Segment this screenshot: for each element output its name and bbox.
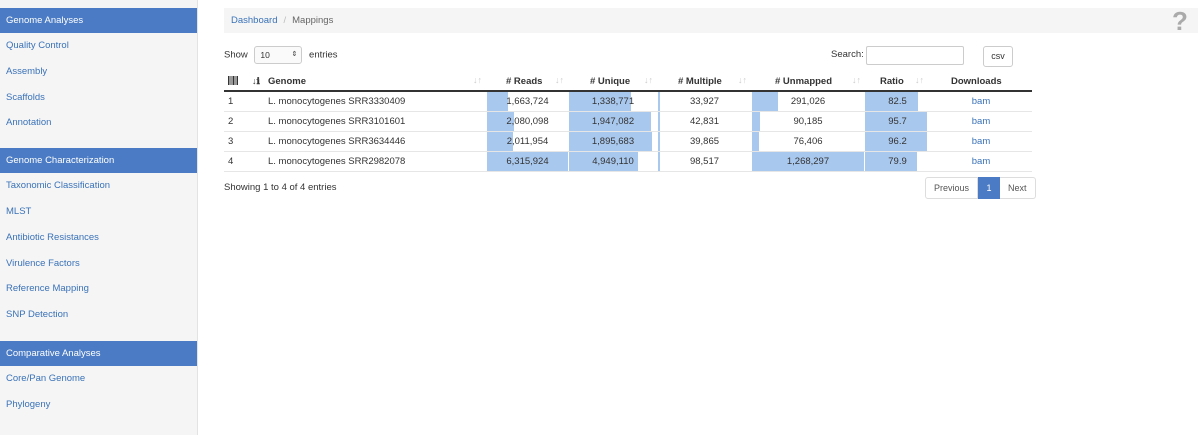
sidebar-item-phylogeny[interactable]: Phylogeny <box>0 392 197 418</box>
sidebar-item-reference-mapping[interactable]: Reference Mapping <box>0 276 197 302</box>
table-row: 1 L. monocytogenes SRR3330409 1,663,724 1,3… <box>224 92 1032 112</box>
cell-multiple: 39,865 <box>689 136 720 147</box>
sidebar-item-mlst[interactable]: MLST <box>0 199 197 225</box>
sidebar: Genome Analyses Quality Control Assembly… <box>0 0 198 435</box>
cell-reads: 1,663,724 <box>506 96 549 107</box>
pagination-page-1[interactable]: 1 <box>978 177 1001 199</box>
table-body: 1 L. monocytogenes SRR3330409 1,663,724 1,3… <box>224 92 1032 172</box>
cell-multiple: 42,831 <box>689 116 720 127</box>
cell-unique: 1,895,683 <box>591 136 635 147</box>
barcode-icon[interactable] <box>228 73 238 92</box>
header-genome[interactable]: Genome <box>268 73 306 92</box>
header-reads[interactable]: # Reads <box>506 73 542 92</box>
search-input[interactable] <box>866 46 964 65</box>
header-unique[interactable]: # Unique <box>590 73 630 92</box>
entries-select[interactable]: 10 ⇕ <box>254 46 303 64</box>
sort-icon[interactable]: ↓↑ <box>555 75 564 85</box>
sort-desc-icon[interactable]: ↓ℹ <box>252 73 260 92</box>
cell-reads: 2,080,098 <box>506 116 549 127</box>
row-index: 2 <box>228 116 234 127</box>
pagination: Previous 1 Next <box>925 177 1036 199</box>
breadcrumb-dashboard-link[interactable]: Dashboard <box>231 15 277 26</box>
mappings-table: ↓ℹ Genome ↓↑ # Reads ↓↑ # Unique ↓↑ # Mu… <box>224 73 1032 172</box>
bam-download-link[interactable]: bam <box>931 132 1031 151</box>
sidebar-item-annotation[interactable]: Annotation <box>0 110 197 136</box>
sort-icon[interactable]: ↓↑ <box>915 75 924 85</box>
table-row: 2 L. monocytogenes SRR3101601 2,080,098 1,9… <box>224 112 1032 132</box>
cell-ratio: 95.7 <box>888 116 907 127</box>
sidebar-item-taxonomic-classification[interactable]: Taxonomic Classification <box>0 173 197 199</box>
bam-download-link[interactable]: bam <box>931 152 1031 171</box>
bam-download-link[interactable]: bam <box>931 112 1031 131</box>
sidebar-item-core-pan-genome[interactable]: Core/Pan Genome <box>0 366 197 392</box>
entries-label: entries <box>309 49 338 61</box>
bam-download-link[interactable]: bam <box>931 92 1031 111</box>
pagination-previous-button[interactable]: Previous <box>925 177 979 199</box>
cell-genome: L. monocytogenes SRR3330409 <box>268 96 406 107</box>
help-icon[interactable]: ? <box>1172 8 1188 34</box>
breadcrumb-separator: / <box>283 15 287 26</box>
cell-reads: 6,315,924 <box>506 156 549 167</box>
breadcrumb: Dashboard / Mappings <box>224 8 1198 33</box>
sidebar-item-scaffolds[interactable]: Scaffolds <box>0 85 197 111</box>
row-index: 4 <box>228 156 234 167</box>
cell-ratio: 79.9 <box>888 156 907 167</box>
select-caret-icon: ⇕ <box>291 51 298 58</box>
sidebar-item-antibiotic-resistances[interactable]: Antibiotic Resistances <box>0 225 197 251</box>
entries-length-control: Show 10 ⇕ entries <box>224 46 338 64</box>
header-ratio[interactable]: Ratio <box>880 73 904 92</box>
sidebar-header-genome-analyses: Genome Analyses <box>0 8 197 33</box>
cell-unique: 1,338,771 <box>591 96 635 107</box>
table-row: 4 L. monocytogenes SRR2982078 6,315,924 4,9… <box>224 152 1032 172</box>
sidebar-item-snp-detection[interactable]: SNP Detection <box>0 302 197 328</box>
cell-ratio: 82.5 <box>888 96 907 107</box>
cell-genome: L. monocytogenes SRR3101601 <box>268 116 406 127</box>
cell-unmapped: 291,026 <box>790 96 826 107</box>
sidebar-header-comparative-analyses: Comparative Analyses <box>0 340 197 366</box>
sort-icon[interactable]: ↓↑ <box>473 75 482 85</box>
cell-multiple: 98,517 <box>689 156 720 167</box>
row-index: 3 <box>228 136 234 147</box>
cell-genome: L. monocytogenes SRR3634446 <box>268 136 406 147</box>
search-label: Search: <box>831 49 864 60</box>
table-header: ↓ℹ Genome ↓↑ # Reads ↓↑ # Unique ↓↑ # Mu… <box>224 73 1032 92</box>
pagination-next-button[interactable]: Next <box>1000 177 1036 199</box>
cell-unmapped: 1,268,297 <box>786 156 830 167</box>
cell-reads: 2,011,954 <box>506 136 549 147</box>
entries-select-value: 10 <box>260 50 270 60</box>
sidebar-item-virulence-factors[interactable]: Virulence Factors <box>0 251 197 277</box>
sidebar-header-genome-characterization: Genome Characterization <box>0 148 197 174</box>
cell-unique: 4,949,110 <box>592 156 634 167</box>
cell-ratio: 96.2 <box>888 136 907 147</box>
sort-icon[interactable]: ↓↑ <box>852 75 861 85</box>
cell-multiple: 33,927 <box>689 96 720 107</box>
cell-unique: 1,947,082 <box>591 116 635 127</box>
table-row: 3 L. monocytogenes SRR3634446 2,011,954 1,8… <box>224 132 1032 152</box>
cell-unmapped: 90,185 <box>793 116 823 127</box>
header-unmapped[interactable]: # Unmapped <box>775 73 832 92</box>
breadcrumb-current: Mappings <box>292 15 334 26</box>
cell-unmapped: 76,406 <box>793 136 823 147</box>
table-info: Showing 1 to 4 of 4 entries <box>224 182 337 193</box>
show-label: Show <box>224 49 248 61</box>
sort-icon[interactable]: ↓↑ <box>738 75 747 85</box>
sidebar-item-assembly[interactable]: Assembly <box>0 59 197 85</box>
header-multiple[interactable]: # Multiple <box>678 73 722 92</box>
sidebar-item-quality-control[interactable]: Quality Control <box>0 33 197 59</box>
cell-genome: L. monocytogenes SRR2982078 <box>268 156 406 167</box>
csv-button[interactable]: csv <box>983 46 1013 67</box>
sort-icon[interactable]: ↓↑ <box>644 75 653 85</box>
row-index: 1 <box>228 96 234 107</box>
header-downloads: Downloads <box>951 76 1002 87</box>
